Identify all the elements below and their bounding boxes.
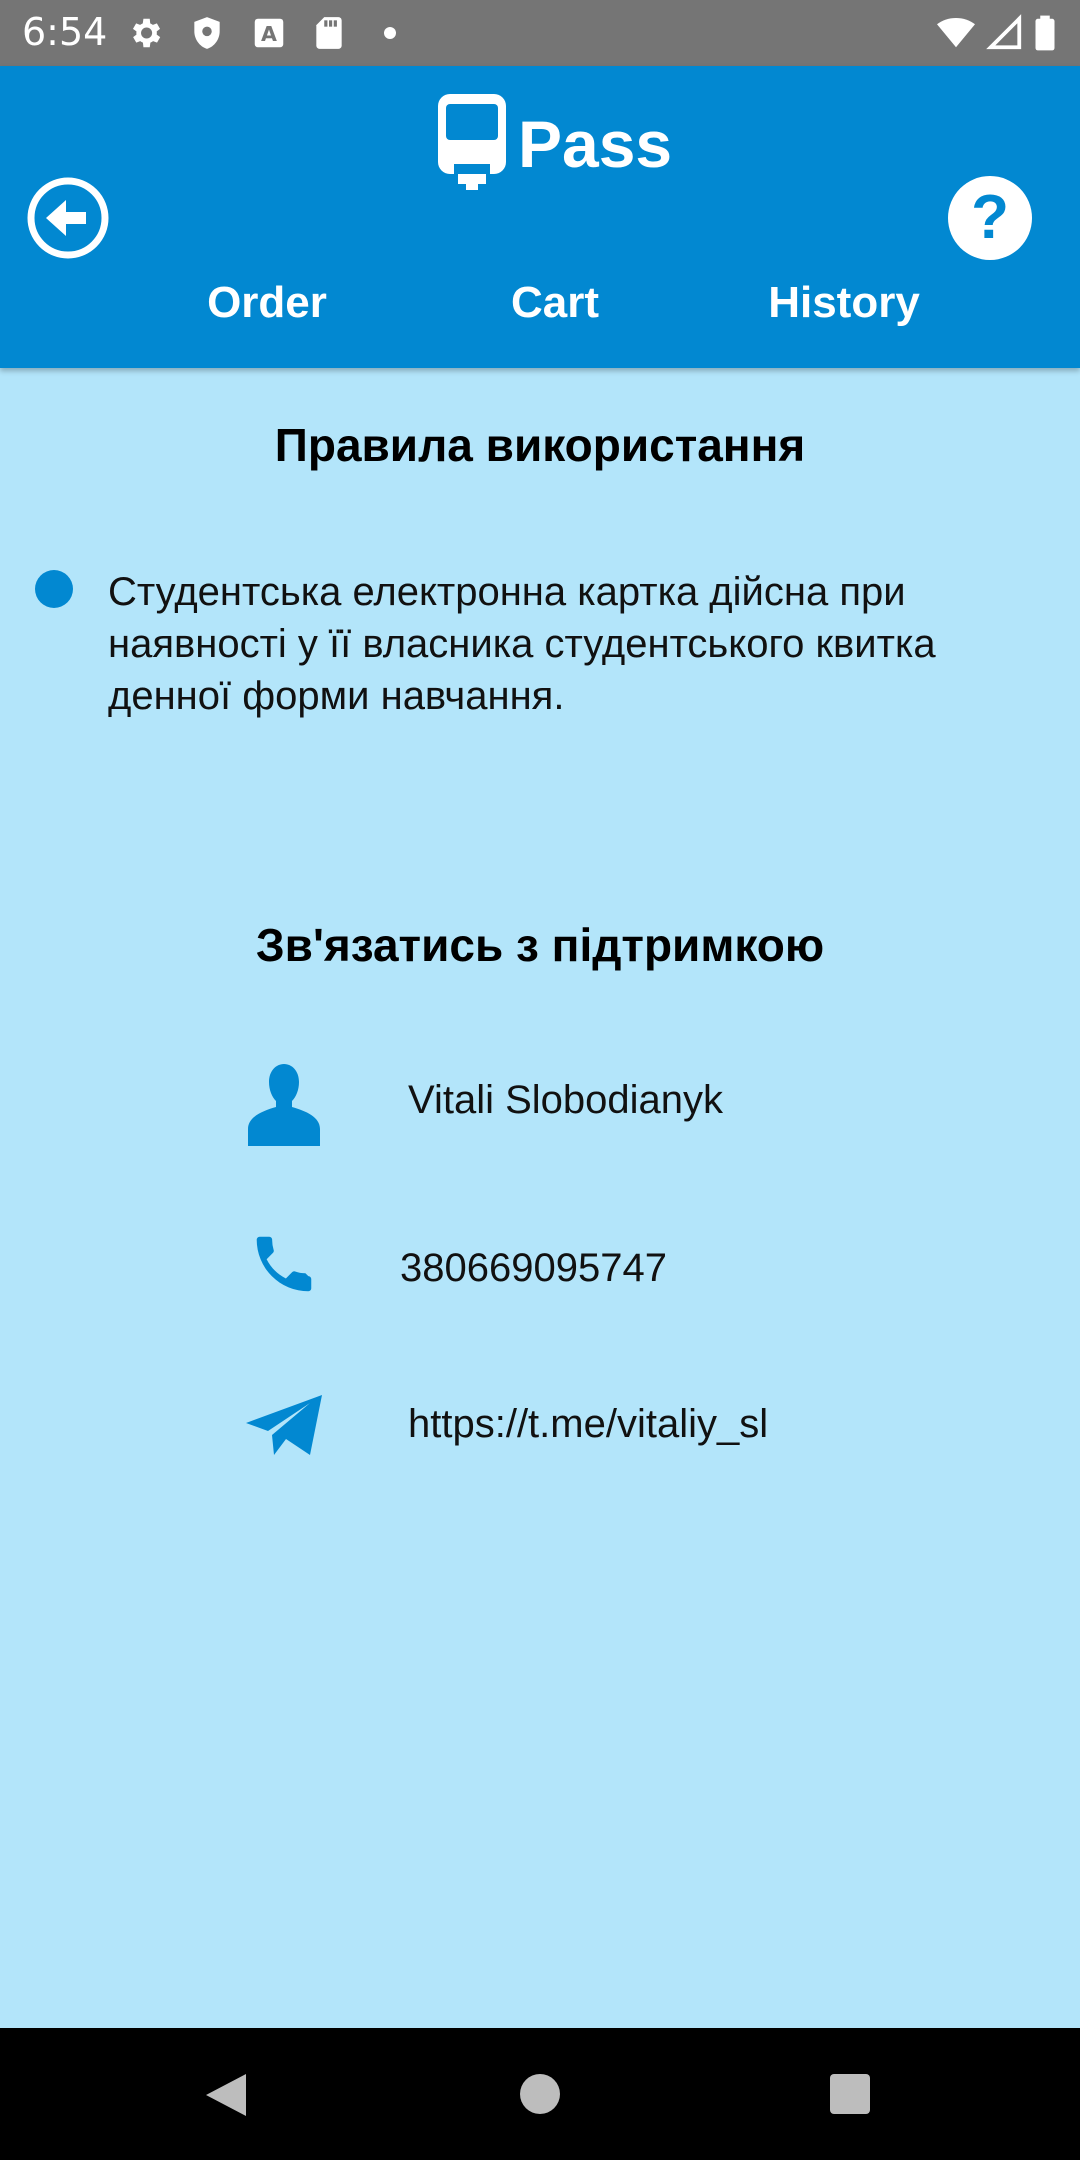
- settings-icon: [132, 18, 161, 48]
- dot-icon: [384, 27, 396, 39]
- support-title: Зв'язатись з підтримкою: [255, 919, 825, 971]
- status-time: 6:54: [22, 10, 108, 54]
- nav-back-icon[interactable]: [204, 2072, 248, 2118]
- contact-name: Vitali Slobodianyk: [408, 1078, 724, 1122]
- tram-icon: [438, 94, 506, 190]
- contact-phone[interactable]: 380669095747: [400, 1246, 667, 1291]
- person-icon: [248, 1064, 320, 1146]
- nav-recents-icon[interactable]: [830, 2074, 870, 2114]
- system-nav-bar: [0, 2028, 1080, 2160]
- back-arrow-circle-icon[interactable]: [26, 176, 110, 260]
- nav-home-icon[interactable]: [520, 2074, 560, 2114]
- tab-order[interactable]: Order: [137, 278, 397, 328]
- app-title: Pass: [518, 107, 673, 181]
- wifi-icon: [937, 17, 975, 48]
- svg-text:A: A: [261, 22, 277, 46]
- rule-item-text: Студентська електронна картка дійсна при…: [108, 570, 936, 718]
- shield-icon: [194, 17, 220, 49]
- a-icon: A: [254, 18, 284, 48]
- tab-cart[interactable]: Cart: [425, 278, 685, 328]
- status-bar: 6:54 A: [0, 0, 1080, 66]
- phone-icon[interactable]: [250, 1228, 320, 1298]
- tab-history[interactable]: History: [714, 278, 974, 328]
- sd-card-icon: [316, 17, 342, 49]
- signal-icon: [986, 14, 1022, 50]
- contact-telegram-link[interactable]: https://t.me/vitaliy_sl: [408, 1402, 768, 1447]
- bullet-icon: [35, 570, 73, 608]
- app-bar: Pass ? Order Cart History: [0, 66, 1080, 368]
- rules-title: Правила використання: [274, 419, 806, 471]
- help-button[interactable]: ?: [948, 176, 1032, 260]
- battery-icon: [1035, 15, 1055, 51]
- telegram-icon[interactable]: [244, 1390, 324, 1460]
